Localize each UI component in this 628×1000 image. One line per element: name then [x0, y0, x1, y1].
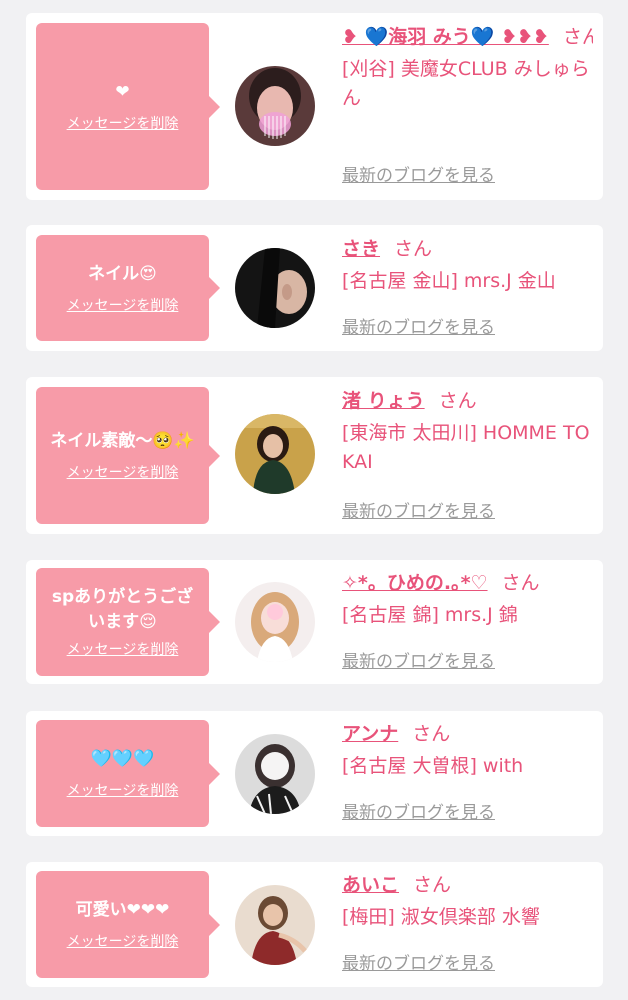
- sender-name-link[interactable]: ❥ 💙海羽 みう💙 ❥❥❥: [342, 26, 549, 48]
- sender-info: さき さん [名古屋 金山] mrs.J 金山 最新のブログを見る: [342, 235, 593, 345]
- shop-name: [刈谷] 美魔女CLUB みしゅらん: [342, 58, 590, 109]
- shop-name: [名古屋 錦] mrs.J 錦: [342, 604, 518, 626]
- sender-name-link[interactable]: アンナ: [342, 723, 398, 745]
- message-card: ネイル素敵〜🥺✨ メッセージを削除 渚 りょう さん [東海市 太田川] HOMM…: [26, 377, 603, 534]
- latest-blog-link[interactable]: 最新のブログを見る: [342, 497, 495, 522]
- woman-photo-icon: [235, 582, 315, 662]
- delete-message-link[interactable]: メッセージを削除: [67, 113, 179, 133]
- message-card: ネイル😍 メッセージを削除 さき さん [名古屋 金山] mrs.J 金山 最新の…: [26, 225, 603, 351]
- latest-blog-link[interactable]: 最新のブログを見る: [342, 313, 495, 338]
- latest-blog-link[interactable]: 最新のブログを見る: [342, 161, 495, 186]
- latest-blog-link[interactable]: 最新のブログを見る: [342, 798, 495, 823]
- honorific: さん: [501, 572, 540, 594]
- delete-message-link[interactable]: メッセージを削除: [67, 931, 179, 951]
- avatar[interactable]: [235, 734, 315, 814]
- shop-name: [名古屋 大曽根] with: [342, 755, 524, 777]
- shop-name: [梅田] 淑女倶楽部 水響: [342, 906, 540, 928]
- message-bubble: spありがとうございます😌 メッセージを削除: [36, 568, 220, 676]
- message-card: 可愛い❤❤❤ メッセージを削除 あいこ さん [梅田] 淑女倶楽部 水響 最新のブ…: [26, 862, 603, 987]
- delete-message-link[interactable]: メッセージを削除: [67, 462, 179, 482]
- message-bubble: ネイル素敵〜🥺✨ メッセージを削除: [36, 387, 220, 524]
- latest-blog-link[interactable]: 最新のブログを見る: [342, 647, 495, 672]
- sender-info: アンナ さん [名古屋 大曽根] with 最新のブログを見る: [342, 720, 593, 830]
- shop-name: [名古屋 金山] mrs.J 金山: [342, 270, 556, 292]
- sender-info: あいこ さん [梅田] 淑女倶楽部 水響 最新のブログを見る: [342, 871, 593, 981]
- woman-photo-icon: [235, 66, 315, 146]
- message-bubble: 可愛い❤❤❤ メッセージを削除: [36, 871, 220, 978]
- sender-info: ✧*。ひめの.｡*♡ さん [名古屋 錦] mrs.J 錦 最新のブログを見る: [342, 569, 593, 679]
- woman-photo-icon: [235, 885, 315, 965]
- woman-photo-icon: [235, 248, 315, 328]
- honorific: さん: [412, 723, 451, 745]
- shop-name: [東海市 太田川] HOMME TOKAI: [342, 422, 590, 473]
- woman-photo-icon: [235, 734, 315, 814]
- message-list: ❤ メッセージを削除 ❥ 💙海羽 みう💙 ❥❥❥ さん [刈谷] 美魔女CLUB …: [0, 0, 628, 1000]
- message-text: ネイル😍: [88, 263, 157, 284]
- sender-info: ❥ 💙海羽 みう💙 ❥❥❥ さん [刈谷] 美魔女CLUB みしゅらん 最新のブロ…: [342, 23, 593, 193]
- message-card: spありがとうございます😌 メッセージを削除 ✧*。ひめの.｡*♡ さん [名古屋…: [26, 560, 603, 684]
- delete-message-link[interactable]: メッセージを削除: [67, 639, 179, 659]
- honorific: さん: [562, 26, 593, 48]
- message-card: 🩵🩵🩵 メッセージを削除 アンナ さん [名古屋 大曽根] with 最新のブログ…: [26, 711, 603, 836]
- message-text: spありがとうございます😌: [51, 587, 194, 632]
- sender-name-link[interactable]: あいこ: [342, 874, 399, 896]
- message-card: ❤ メッセージを削除 ❥ 💙海羽 みう💙 ❥❥❥ さん [刈谷] 美魔女CLUB …: [26, 13, 603, 200]
- sender-info: 渚 りょう さん [東海市 太田川] HOMME TOKAI 最新のブログを見る: [342, 387, 593, 527]
- message-text: 🩵🩵🩵: [90, 749, 155, 769]
- woman-photo-icon: [235, 414, 315, 494]
- message-bubble: 🩵🩵🩵 メッセージを削除: [36, 720, 220, 827]
- delete-message-link[interactable]: メッセージを削除: [67, 295, 179, 315]
- message-bubble: ❤ メッセージを削除: [36, 23, 220, 190]
- avatar[interactable]: [235, 582, 315, 662]
- avatar[interactable]: [235, 66, 315, 146]
- avatar[interactable]: [235, 885, 315, 965]
- message-text: 可愛い❤❤❤: [75, 900, 170, 920]
- message-bubble: ネイル😍 メッセージを削除: [36, 235, 220, 341]
- sender-name-link[interactable]: 渚 りょう: [342, 390, 425, 412]
- sender-name-link[interactable]: さき: [342, 238, 380, 260]
- delete-message-link[interactable]: メッセージを削除: [67, 780, 179, 800]
- message-text: ❤: [115, 82, 130, 102]
- avatar[interactable]: [235, 248, 315, 328]
- honorific: さん: [438, 390, 477, 412]
- sender-name-link[interactable]: ✧*。ひめの.｡*♡: [342, 572, 488, 594]
- avatar[interactable]: [235, 414, 315, 494]
- latest-blog-link[interactable]: 最新のブログを見る: [342, 949, 495, 974]
- honorific: さん: [394, 238, 433, 260]
- honorific: さん: [413, 874, 452, 896]
- message-text: ネイル素敵〜🥺✨: [50, 431, 195, 451]
